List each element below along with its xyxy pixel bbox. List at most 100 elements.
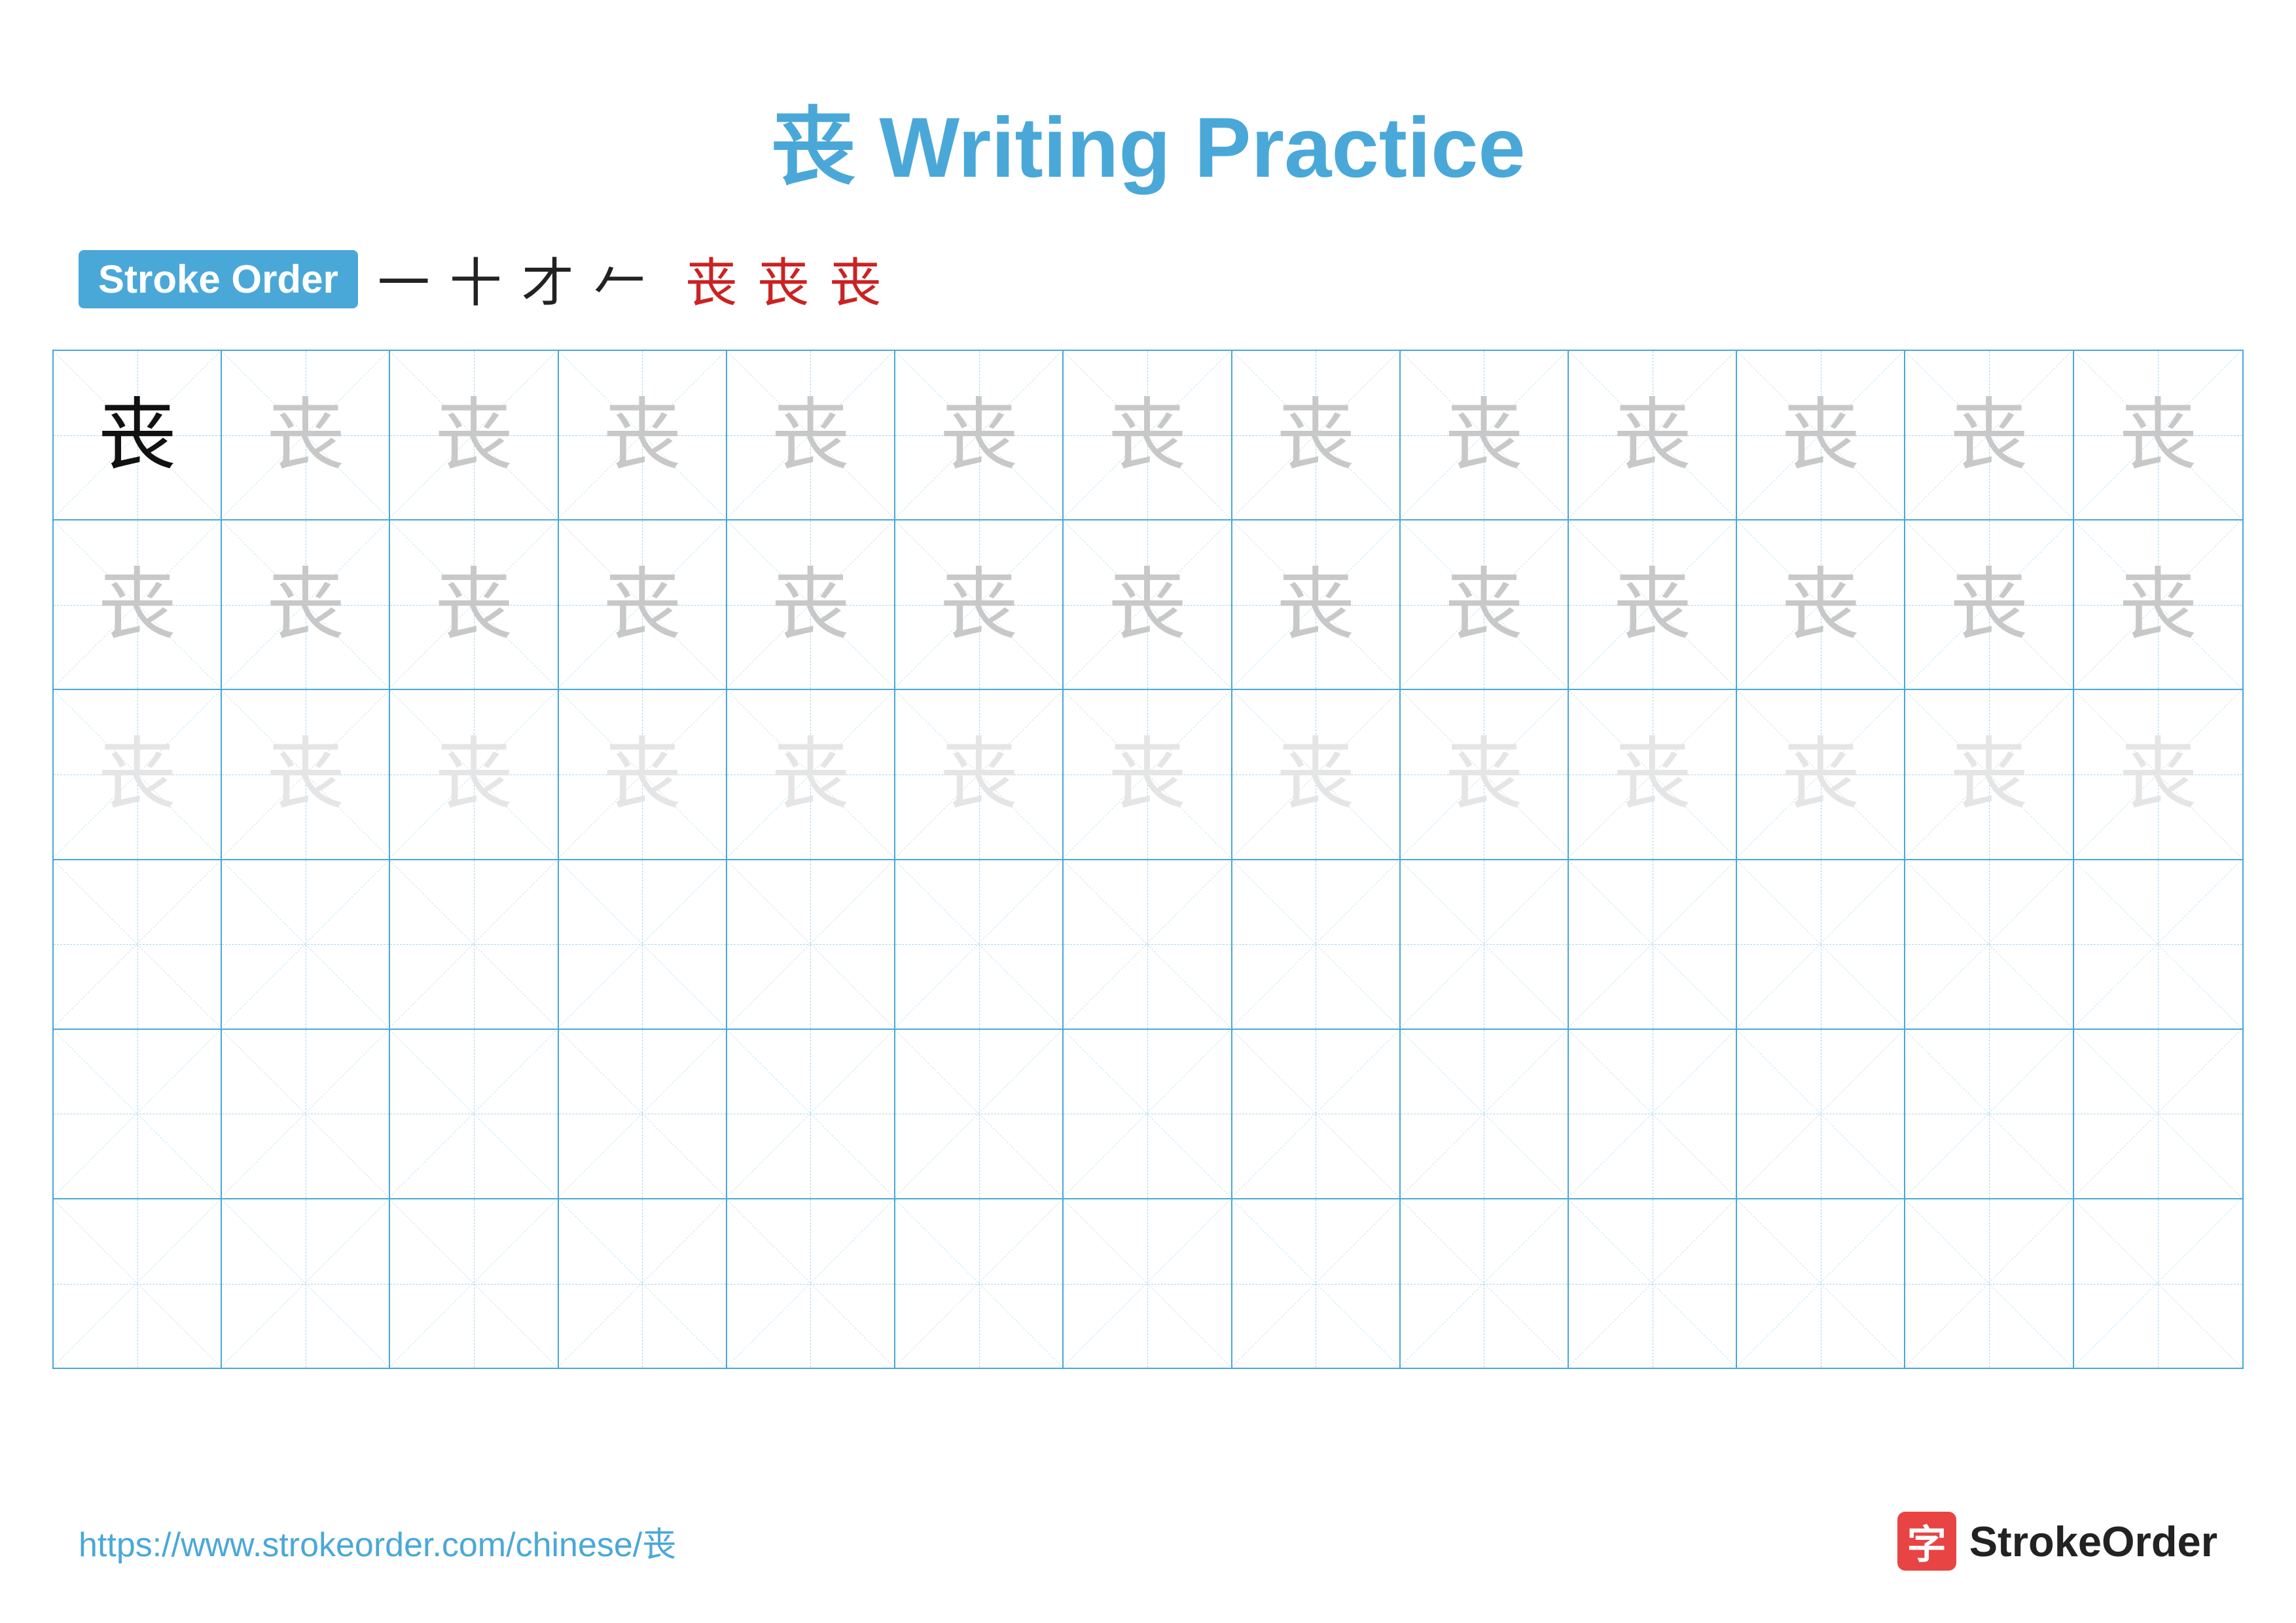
grid-cell[interactable]: 丧 <box>895 351 1064 519</box>
grid-row-4 <box>54 860 2242 1030</box>
grid-cell[interactable]: 丧 <box>1401 351 1569 519</box>
grid-cell[interactable] <box>559 1199 727 1368</box>
grid-cell[interactable]: 丧 <box>1569 690 1737 858</box>
grid-cell[interactable] <box>390 1030 558 1198</box>
grid-cell[interactable] <box>1737 1199 1905 1368</box>
grid-cell[interactable]: 丧 <box>1232 690 1401 858</box>
grid-cell[interactable]: 丧 <box>1401 690 1569 858</box>
grid-cell[interactable]: 丧 <box>559 690 727 858</box>
grid-cell[interactable] <box>1737 860 1905 1029</box>
grid-cell[interactable]: 丧 <box>1064 690 1232 858</box>
grid-cell[interactable]: 丧 <box>390 520 558 689</box>
grid-row-5 <box>54 1030 2242 1199</box>
grid-cell[interactable]: 丧 <box>559 351 727 519</box>
grid-cell[interactable] <box>895 860 1064 1029</box>
grid-cell[interactable]: 丧 <box>1569 520 1737 689</box>
stroke-order-section: Stroke Order 一 十 才 𠂉 𰃦 丧 丧 丧 <box>0 241 2296 317</box>
grid-cell[interactable] <box>2074 1199 2242 1368</box>
grid-cell[interactable]: 丧 <box>1401 520 1569 689</box>
grid-cell[interactable]: 丧 <box>727 520 895 689</box>
grid-cell[interactable] <box>1064 860 1232 1029</box>
grid-cell[interactable]: 丧 <box>727 690 895 858</box>
grid-cell[interactable] <box>1401 860 1569 1029</box>
grid-cell[interactable] <box>1569 860 1737 1029</box>
grid-cell[interactable]: 丧 <box>222 690 390 858</box>
stroke-1: 一 <box>378 241 430 317</box>
grid-cell[interactable] <box>1737 1030 1905 1198</box>
grid-cell[interactable] <box>559 1030 727 1198</box>
stroke-order-badge: Stroke Order <box>79 250 358 308</box>
grid-cell[interactable] <box>1401 1030 1569 1198</box>
stroke-order-chars: 一 十 才 𠂉 𰃦 丧 丧 丧 <box>378 241 882 317</box>
grid-cell[interactable]: 丧 <box>895 690 1064 858</box>
title-text: Writing Practice <box>879 100 1525 195</box>
grid-cell[interactable]: 丧 <box>54 520 222 689</box>
grid-cell[interactable]: 丧 <box>54 351 222 519</box>
grid-cell[interactable] <box>1569 1030 1737 1198</box>
stroke-3: 才 <box>522 241 574 317</box>
grid-cell[interactable] <box>1232 1030 1401 1198</box>
grid-row-3: 丧 丧 丧 丧 丧 丧 丧 丧 <box>54 690 2242 860</box>
stroke-7: 丧 <box>757 241 810 317</box>
grid-cell[interactable]: 丧 <box>1064 520 1232 689</box>
grid-cell[interactable] <box>1569 1199 1737 1368</box>
grid-cell[interactable]: 丧 <box>559 520 727 689</box>
grid-cell[interactable]: 丧 <box>2074 351 2242 519</box>
footer-logo: 字 StrokeOrder <box>1897 1512 2217 1571</box>
footer-url[interactable]: https://www.strokeorder.com/chinese/丧 <box>79 1517 676 1566</box>
grid-cell[interactable]: 丧 <box>1569 351 1737 519</box>
grid-row-6 <box>54 1199 2242 1368</box>
grid-cell[interactable] <box>390 860 558 1029</box>
grid-cell[interactable]: 丧 <box>895 520 1064 689</box>
grid-cell[interactable] <box>559 860 727 1029</box>
grid-cell[interactable] <box>1905 1199 2073 1368</box>
grid-cell[interactable]: 丧 <box>222 520 390 689</box>
grid-cell[interactable] <box>222 860 390 1029</box>
grid-cell[interactable]: 丧 <box>1232 351 1401 519</box>
grid-cell[interactable]: 丧 <box>390 690 558 858</box>
grid-cell[interactable] <box>54 860 222 1029</box>
grid-cell[interactable]: 丧 <box>1905 520 2073 689</box>
grid-cell[interactable] <box>727 860 895 1029</box>
grid-cell[interactable] <box>895 1199 1064 1368</box>
title-char: 丧 <box>770 100 855 195</box>
stroke-8: 丧 <box>829 241 882 317</box>
grid-cell[interactable] <box>390 1199 558 1368</box>
grid-row-2: 丧 丧 丧 丧 丧 丧 丧 丧 <box>54 520 2242 690</box>
grid-cell[interactable] <box>727 1030 895 1198</box>
grid-cell[interactable] <box>1232 1199 1401 1368</box>
grid-cell[interactable]: 丧 <box>222 351 390 519</box>
stroke-6: 丧 <box>685 241 738 317</box>
grid-cell[interactable] <box>1401 1199 1569 1368</box>
grid-cell[interactable]: 丧 <box>1905 690 2073 858</box>
grid-cell[interactable] <box>1064 1199 1232 1368</box>
grid-cell[interactable]: 丧 <box>1064 351 1232 519</box>
practice-grid: 丧 丧 丧 丧 丧 丧 丧 丧 <box>52 350 2244 1369</box>
grid-cell[interactable]: 丧 <box>390 351 558 519</box>
grid-cell[interactable] <box>895 1030 1064 1198</box>
grid-cell[interactable]: 丧 <box>1905 351 2073 519</box>
stroke-2: 十 <box>450 241 502 317</box>
grid-cell[interactable] <box>2074 860 2242 1029</box>
grid-cell[interactable] <box>1905 860 2073 1029</box>
grid-row-1: 丧 丧 丧 丧 丧 丧 丧 丧 <box>54 351 2242 520</box>
grid-cell[interactable] <box>54 1199 222 1368</box>
grid-cell[interactable]: 丧 <box>1737 520 1905 689</box>
grid-cell[interactable]: 丧 <box>727 351 895 519</box>
grid-cell[interactable]: 丧 <box>1232 520 1401 689</box>
grid-cell[interactable] <box>2074 1030 2242 1198</box>
logo-text: StrokeOrder <box>1969 1517 2217 1566</box>
grid-cell[interactable]: 丧 <box>1737 351 1905 519</box>
grid-cell[interactable]: 丧 <box>2074 690 2242 858</box>
grid-cell[interactable] <box>222 1199 390 1368</box>
grid-cell[interactable] <box>727 1199 895 1368</box>
page-title: 丧 Writing Practice <box>0 0 2296 241</box>
grid-cell[interactable] <box>1064 1030 1232 1198</box>
grid-cell[interactable] <box>222 1030 390 1198</box>
grid-cell[interactable]: 丧 <box>2074 520 2242 689</box>
grid-cell[interactable]: 丧 <box>1737 690 1905 858</box>
grid-cell[interactable] <box>1905 1030 2073 1198</box>
grid-cell[interactable]: 丧 <box>54 690 222 858</box>
grid-cell[interactable] <box>54 1030 222 1198</box>
grid-cell[interactable] <box>1232 860 1401 1029</box>
